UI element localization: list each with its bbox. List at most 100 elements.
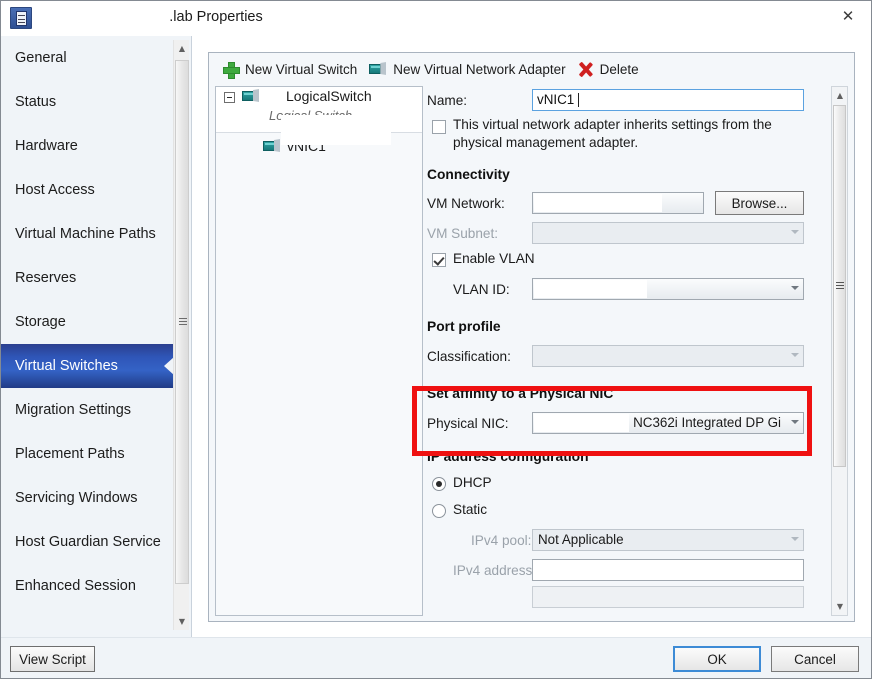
classification-select[interactable] [532, 345, 804, 367]
new-virtual-switch-button[interactable]: New Virtual Switch [217, 56, 363, 82]
sidebar-item-status[interactable]: Status [1, 80, 173, 124]
new-virtual-network-adapter-button[interactable]: New Virtual Network Adapter [363, 56, 571, 82]
cancel-button[interactable]: Cancel [771, 646, 859, 672]
sidebar: General Status Hardware Host Access Virtual … [1, 36, 192, 637]
ipv4-pool-label: IPv4 pool: [471, 533, 532, 548]
panel-toolbar: New Virtual Switch New Virtual Network A… [209, 53, 854, 85]
physical-nic-value: NC362i Integrated DP Gi [633, 415, 781, 430]
dialog-body: General Status Hardware Host Access Virtual … [1, 36, 871, 637]
dhcp-radio[interactable] [432, 477, 446, 491]
dialog-footer: View Script OK Cancel [1, 637, 871, 678]
form-scrollbar[interactable]: ▲ ▼ [831, 86, 848, 616]
sidebar-item-label: Migration Settings [15, 402, 132, 418]
ipv4-address-label: IPv4 address: [453, 563, 537, 578]
title-bar: .lab Properties ✕ [1, 1, 871, 36]
inherit-settings-label-line1: This virtual network adapter inherits se… [453, 117, 772, 132]
sidebar-item-host-guardian-service[interactable]: Host Guardian Service [1, 520, 173, 564]
sidebar-scrollbar[interactable]: ▲ ▼ [173, 40, 189, 630]
sidebar-item-reserves[interactable]: Reserves [1, 256, 173, 300]
switch-tree: LogicalSwitch Logical Switch vNIC1 [215, 86, 423, 616]
adapter-settings-form: Name: vNIC1 This virtual network adapter… [425, 86, 848, 616]
form-scroll-up-icon[interactable]: ▲ [832, 87, 848, 104]
sidebar-scroll-thumb[interactable] [175, 60, 189, 584]
sidebar-item-hardware[interactable]: Hardware [1, 124, 173, 168]
chevron-down-icon [791, 230, 799, 234]
sidebar-item-host-access[interactable]: Host Access [1, 168, 173, 212]
sidebar-item-label: Enhanced Session [15, 578, 136, 594]
sidebar-item-virtual-switches[interactable]: Virtual Switches [1, 344, 173, 388]
window-title: .lab Properties [169, 9, 263, 25]
vnic-adapter-icon [263, 139, 280, 153]
ipv4-address-input[interactable] [532, 559, 804, 581]
close-icon[interactable]: ✕ [825, 1, 871, 31]
network-adapter-icon [369, 62, 387, 76]
dhcp-label: DHCP [453, 475, 492, 490]
sidebar-item-label: General [15, 50, 67, 66]
inherit-settings-checkbox[interactable] [432, 120, 446, 134]
sidebar-item-label: Reserves [15, 270, 77, 286]
chevron-down-icon [791, 420, 799, 424]
sidebar-item-label: Servicing Windows [15, 490, 138, 506]
ipv4-pool-value: Not Applicable [538, 532, 624, 547]
form-scroll-down-icon[interactable]: ▼ [832, 598, 848, 615]
sidebar-item-label: Storage [15, 314, 66, 330]
vm-subnet-label: VM Subnet: [427, 226, 499, 241]
sidebar-item-label: Host Guardian Service [15, 534, 161, 550]
sidebar-item-label: Status [15, 94, 57, 110]
sidebar-list: General Status Hardware Host Access Virtual … [1, 36, 173, 637]
ip-config-header: IP address configuration [427, 449, 589, 464]
name-label: Name: [427, 93, 468, 108]
vm-network-label: VM Network: [427, 196, 505, 211]
physical-nic-select[interactable]: NC362i Integrated DP Gi [532, 412, 804, 434]
view-script-button[interactable]: View Script [10, 646, 95, 672]
connectivity-header: Connectivity [427, 167, 510, 182]
enable-vlan-checkbox[interactable] [432, 253, 446, 267]
ok-button[interactable]: OK [673, 646, 761, 672]
vm-subnet-select[interactable] [532, 222, 804, 244]
ipv4-pool-select[interactable]: Not Applicable [532, 529, 804, 551]
physical-nic-label: Physical NIC: [427, 416, 509, 431]
sidebar-item-label: Placement Paths [15, 446, 125, 462]
new-virtual-switch-label: New Virtual Switch [245, 61, 358, 77]
sidebar-item-label: Virtual Switches [15, 358, 118, 374]
chevron-down-icon [791, 537, 799, 541]
inherit-settings-label-line2: physical management adapter. [453, 135, 639, 150]
scroll-down-icon[interactable]: ▼ [174, 613, 190, 630]
sidebar-item-enhanced-session[interactable]: Enhanced Session [1, 564, 173, 608]
sidebar-item-migration-settings[interactable]: Migration Settings [1, 388, 173, 432]
name-input-value: vNIC1 [537, 92, 575, 107]
sidebar-item-placement-paths[interactable]: Placement Paths [1, 432, 173, 476]
plus-icon [223, 61, 240, 79]
new-virtual-network-adapter-label: New Virtual Network Adapter [393, 61, 566, 77]
tree-root-label: LogicalSwitch [286, 88, 372, 104]
name-input[interactable]: vNIC1 [532, 89, 804, 111]
sidebar-item-storage[interactable]: Storage [1, 300, 173, 344]
sidebar-item-general[interactable]: General [1, 36, 173, 80]
ipv4-extra-input[interactable] [532, 586, 804, 608]
vlan-id-select[interactable] [532, 278, 804, 300]
sidebar-item-label: Virtual Machine Paths [15, 226, 156, 242]
static-label: Static [453, 502, 487, 517]
sidebar-item-servicing-windows[interactable]: Servicing Windows [1, 476, 173, 520]
sidebar-item-label: Hardware [15, 138, 78, 154]
tree-edit-overlay [281, 115, 391, 145]
sidebar-item-label: Host Access [15, 182, 95, 198]
collapse-icon[interactable] [224, 92, 235, 103]
sidebar-item-virtual-machine-paths[interactable]: Virtual Machine Paths [1, 212, 173, 256]
scroll-up-icon[interactable]: ▲ [174, 40, 190, 57]
chevron-down-icon [791, 353, 799, 357]
virtual-switches-panel: New Virtual Switch New Virtual Network A… [208, 52, 855, 622]
affinity-header: Set affinity to a Physical NIC [427, 386, 614, 401]
properties-dialog-window: .lab Properties ✕ General Status Hardware H… [0, 0, 872, 679]
port-profile-header: Port profile [427, 319, 501, 334]
switch-icon [242, 89, 259, 103]
chevron-down-icon [791, 286, 799, 290]
vlan-id-label: VLAN ID: [453, 282, 510, 297]
classification-label: Classification: [427, 349, 511, 364]
form-scroll-thumb[interactable] [833, 105, 846, 467]
vm-network-field[interactable] [532, 192, 704, 214]
delete-button[interactable]: Delete [572, 56, 645, 82]
browse-button[interactable]: Browse... [715, 191, 804, 215]
enable-vlan-label: Enable VLAN [453, 251, 535, 266]
static-radio[interactable] [432, 504, 446, 518]
